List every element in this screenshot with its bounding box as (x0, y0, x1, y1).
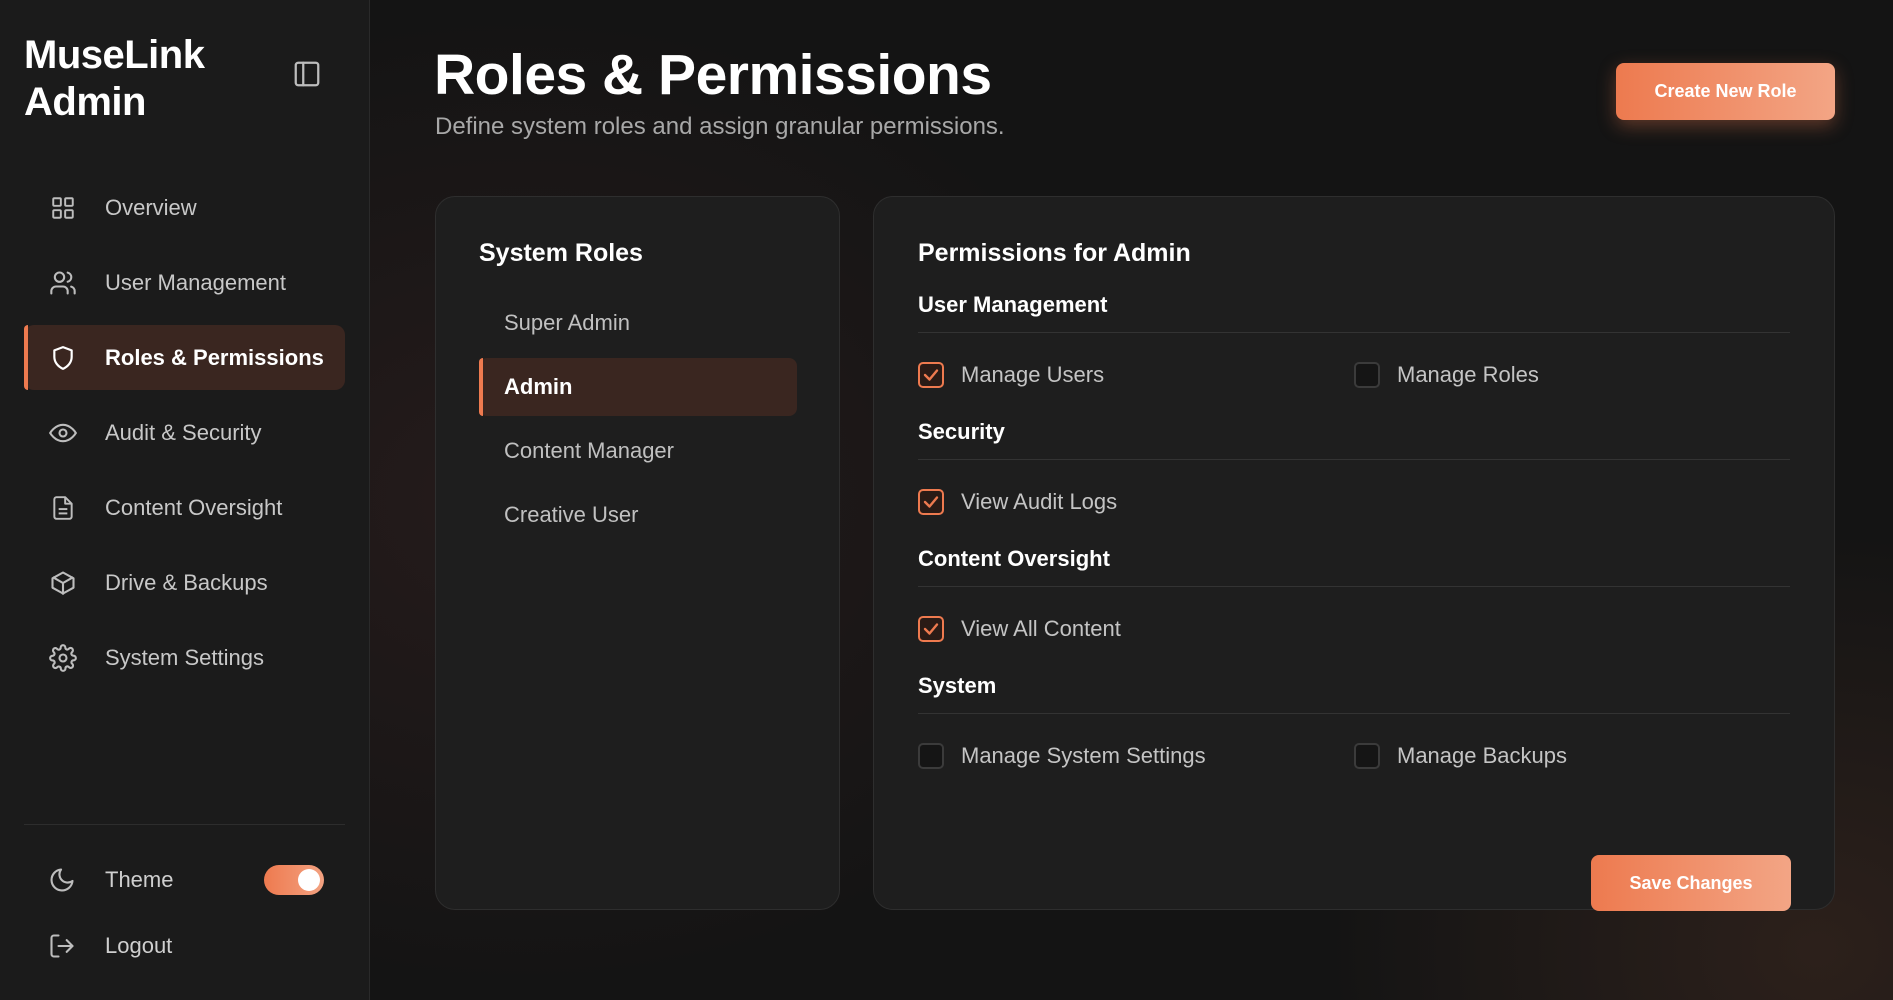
permission-group-user-management: User Management Manage Users Manage Role… (918, 292, 1790, 395)
file-icon (48, 493, 78, 523)
permission-row: Manage Users Manage Roles (918, 355, 1790, 395)
users-icon (48, 268, 78, 298)
sidebar-item-label: Roles & Permissions (105, 344, 324, 370)
theme-toggle[interactable] (264, 865, 324, 895)
check-icon (923, 369, 939, 381)
group-title: Security (918, 419, 1790, 460)
system-roles-title: System Roles (479, 239, 643, 267)
group-title: User Management (918, 292, 1790, 333)
permissions-panel: Permissions for Admin User Management Ma… (873, 196, 1835, 911)
checkbox-unchecked[interactable] (1354, 743, 1380, 769)
checkbox-unchecked[interactable] (1354, 362, 1380, 388)
perm-label: Manage System Settings (961, 743, 1206, 768)
permission-group-system: System Manage System Settings Manage Bac… (918, 673, 1790, 776)
sidebar-item-label: System Settings (105, 644, 264, 670)
box-icon (48, 568, 78, 598)
logout-label: Logout (105, 933, 173, 958)
permission-group-security: Security View Audit Logs (918, 419, 1790, 522)
brand-logo: MuseLink Admin (24, 32, 205, 126)
checkbox-unchecked[interactable] (918, 743, 944, 769)
sidebar-item-label: Drive & Backups (105, 569, 268, 595)
sidebar: MuseLink Admin Overview User Management (0, 0, 370, 1000)
sidebar-panel-icon (294, 61, 320, 87)
role-item-content-manager[interactable]: Content Manager (479, 422, 797, 480)
perm-label: Manage Roles (1397, 362, 1539, 387)
logout-icon (46, 930, 78, 962)
perm-manage-backups[interactable]: Manage Backups (1354, 743, 1790, 769)
sidebar-item-system-settings[interactable]: System Settings (24, 625, 345, 690)
permission-row: Manage System Settings Manage Backups (918, 736, 1790, 776)
main-content: Roles & Permissions Define system roles … (370, 0, 1893, 1000)
permission-group-content-oversight: Content Oversight View All Content (918, 546, 1790, 649)
perm-view-all-content[interactable]: View All Content (918, 616, 1369, 642)
permission-row: View Audit Logs (918, 482, 1790, 522)
checkbox-checked[interactable] (918, 489, 944, 515)
group-title: System (918, 673, 1790, 714)
grid-icon (48, 193, 78, 223)
sidebar-item-label: User Management (105, 269, 286, 295)
app-root: MuseLink Admin Overview User Management (0, 0, 1893, 1000)
perm-view-audit-logs[interactable]: View Audit Logs (918, 489, 1369, 515)
perm-manage-users[interactable]: Manage Users (918, 362, 1354, 388)
eye-icon (48, 418, 78, 448)
role-item-super-admin[interactable]: Super Admin (479, 294, 797, 352)
brand-row: MuseLink Admin (24, 0, 345, 175)
sidebar-item-drive-backups[interactable]: Drive & Backups (24, 550, 345, 615)
sidebar-item-label: Audit & Security (105, 419, 262, 445)
sidebar-item-overview[interactable]: Overview (24, 175, 345, 240)
perm-label: View Audit Logs (961, 489, 1118, 514)
perm-label: View All Content (961, 616, 1121, 641)
system-roles-panel: System Roles Super Admin Admin Content M… (435, 196, 840, 910)
sidebar-item-user-management[interactable]: User Management (24, 250, 345, 315)
permissions-title: Permissions for Admin (918, 239, 1191, 267)
brand-line-2: Admin (24, 80, 146, 124)
sidebar-nav: Overview User Management Roles & Permiss… (24, 175, 345, 690)
sidebar-item-label: Content Oversight (105, 494, 283, 520)
checkbox-checked[interactable] (918, 362, 944, 388)
perm-label: Manage Users (961, 362, 1105, 387)
toggle-knob (298, 869, 320, 891)
sidebar-item-label: Overview (105, 194, 197, 220)
checkbox-checked[interactable] (918, 616, 944, 642)
perm-manage-system-settings[interactable]: Manage System Settings (918, 743, 1354, 769)
sidebar-item-audit-security[interactable]: Audit & Security (24, 400, 345, 465)
sidebar-footer: Theme Logout (24, 824, 345, 1000)
role-item-admin[interactable]: Admin (479, 358, 797, 416)
sidebar-item-content-oversight[interactable]: Content Oversight (24, 475, 345, 540)
create-new-role-button[interactable]: Create New Role (1616, 63, 1835, 120)
shield-icon (48, 343, 78, 373)
save-changes-button[interactable]: Save Changes (1591, 855, 1791, 911)
sidebar-item-roles-permissions[interactable]: Roles & Permissions (24, 325, 345, 390)
theme-label: Theme (105, 867, 174, 892)
logout-button[interactable]: Logout (24, 921, 345, 971)
perm-label: Manage Backups (1397, 743, 1567, 768)
brand-line-1: MuseLink (24, 33, 205, 77)
theme-row: Theme (24, 855, 345, 905)
gear-icon (48, 643, 78, 673)
perm-manage-roles[interactable]: Manage Roles (1354, 362, 1790, 388)
permission-row: View All Content (918, 609, 1790, 649)
group-title: Content Oversight (918, 546, 1790, 587)
page-subtitle: Define system roles and assign granular … (435, 113, 1005, 140)
moon-icon (46, 864, 78, 896)
page-title: Roles & Permissions (434, 43, 992, 107)
role-item-creative-user[interactable]: Creative User (479, 486, 797, 544)
sidebar-toggle-button[interactable] (291, 58, 323, 90)
check-icon (923, 623, 939, 635)
check-icon (923, 496, 939, 508)
